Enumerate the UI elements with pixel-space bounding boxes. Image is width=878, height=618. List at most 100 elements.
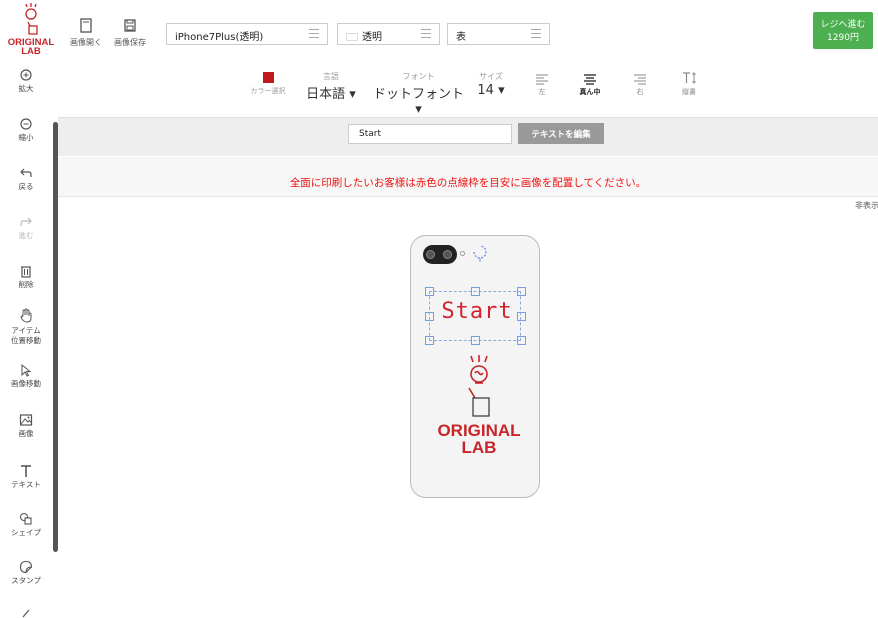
text-edit-row: Start テキストを編集 — [58, 118, 878, 156]
sidebar-item-zoom-out[interactable]: 縮小 — [0, 117, 52, 143]
canvas-text-object[interactable]: Start — [433, 299, 521, 324]
resize-handle-bottom-right[interactable] — [517, 336, 526, 345]
sidebar-label-stamp: スタンプ — [11, 576, 41, 585]
sidebar-label-undo: 戻る — [18, 182, 34, 191]
sidebar-label-image: 画像 — [18, 429, 34, 438]
sidebar-item-move-item[interactable]: アイテム 位置移動 — [0, 308, 52, 346]
sidebar-label-move-image: 画像移動 — [11, 379, 41, 388]
color-swatch — [262, 72, 274, 83]
resize-handle-bottom[interactable] — [471, 336, 480, 345]
align-right-icon — [634, 74, 646, 85]
checkout-button[interactable]: レジへ進む 1290円 — [813, 12, 873, 49]
case-type-select[interactable]: 透明 — [337, 23, 440, 45]
checkout-price: 1290円 — [827, 33, 859, 43]
sidebar-item-undo[interactable]: 戻る — [0, 166, 52, 192]
align-left-icon — [536, 74, 548, 85]
camera-cutout — [423, 245, 457, 264]
sidebar-label-delete: 削除 — [18, 280, 34, 289]
language-value: 日本語 — [306, 87, 346, 102]
canvas-logo-line2: LAB — [461, 438, 497, 457]
hand-icon — [20, 308, 32, 323]
zoom-in-icon — [20, 69, 32, 81]
sidebar-item-text[interactable]: テキスト — [0, 464, 52, 490]
color-picker-label: カラー選択 — [250, 87, 286, 95]
save-image-label: 画像保存 — [114, 38, 146, 47]
phone-case-canvas[interactable]: Start ORIGINAL LAB — [410, 235, 540, 498]
sidebar-label-move-item-2: 位置移動 — [11, 336, 41, 345]
color-picker[interactable]: カラー選択 — [246, 72, 290, 96]
align-right-button[interactable]: 右 — [630, 73, 650, 97]
flash-cutout — [460, 251, 465, 256]
model-select[interactable]: iPhone7Plus(透明) — [166, 23, 328, 45]
cursor-icon — [21, 363, 32, 377]
zoom-out-icon — [20, 118, 32, 130]
text-icon — [21, 465, 31, 477]
floppy-disk-icon — [124, 19, 136, 32]
align-center-icon — [584, 74, 596, 85]
align-center-label: 真ん中 — [579, 88, 601, 96]
checkout-label: レジへ進む — [820, 20, 866, 30]
list-icon — [309, 29, 319, 39]
sidebar-item-redo[interactable]: 進む — [0, 215, 52, 241]
sidebar-label-move-item: アイテム — [11, 326, 41, 335]
list-icon — [531, 29, 541, 39]
model-select-value: iPhone7Plus(透明) — [175, 32, 264, 43]
resize-handle-bottom-left[interactable] — [425, 336, 434, 345]
side-select[interactable]: 表 — [447, 23, 550, 45]
logo-text-lab: LAB — [21, 46, 41, 57]
top-bar: ORIGINAL LAB 画像開く 画像保存 iPhone7Plus(透明) 透… — [0, 0, 878, 60]
resize-handle-top[interactable] — [471, 287, 480, 296]
side-select-value: 表 — [456, 32, 466, 43]
size-dropdown[interactable]: サイズ 14 ▾ — [476, 71, 506, 98]
canvas-logo-object[interactable]: ORIGINAL LAB — [429, 354, 529, 464]
pen-icon — [22, 609, 30, 618]
edit-text-button[interactable]: テキストを編集 — [518, 123, 604, 144]
font-value: ドットフォント — [372, 87, 464, 102]
sidebar-label-zoom-in: 拡大 — [18, 84, 34, 93]
save-image-button[interactable]: 画像保存 — [108, 18, 152, 48]
size-caption: サイズ — [479, 72, 503, 81]
undo-icon — [20, 168, 32, 177]
open-image-button[interactable]: 画像開く — [64, 18, 108, 48]
print-area-notice: 全面に印刷したいお客様は赤色の点線枠を目安に画像を配置してください。 — [58, 157, 878, 197]
sidebar-item-stamp[interactable]: スタンプ — [0, 560, 52, 586]
trash-icon — [21, 266, 31, 278]
text-input[interactable]: Start — [348, 124, 512, 144]
resize-handle-top-right[interactable] — [517, 287, 526, 296]
sidebar-label-redo: 進む — [18, 231, 34, 240]
shapes-icon — [19, 512, 32, 525]
resize-handle-top-left[interactable] — [425, 287, 434, 296]
original-lab-logo[interactable]: ORIGINAL LAB — [4, 2, 58, 60]
design-editor: ORIGINAL LAB 画像開く 画像保存 iPhone7Plus(透明) 透… — [0, 0, 878, 618]
image-icon — [19, 414, 33, 426]
redo-icon — [20, 217, 32, 226]
vertical-text-label: 縦書 — [682, 88, 696, 96]
vertical-text-icon — [683, 72, 696, 84]
sidebar-item-move-image[interactable]: 画像移動 — [0, 363, 52, 389]
stamp-icon — [19, 560, 33, 574]
align-left-button[interactable]: 左 — [532, 73, 552, 97]
vertical-text-button[interactable]: 縦書 — [677, 71, 701, 97]
canvas-logo-text: ORIGINAL LAB — [429, 422, 529, 456]
sidebar-label-text: テキスト — [11, 480, 41, 489]
sidebar-item-zoom-in[interactable]: 拡大 — [0, 68, 52, 94]
sidebar-label-zoom-out: 縮小 — [18, 133, 34, 142]
sidebar-item-image[interactable]: 画像 — [0, 413, 52, 439]
hide-guide-toggle[interactable]: 非表示 — [855, 200, 878, 211]
align-left-label: 左 — [538, 88, 546, 96]
language-dropdown[interactable]: 言語 日本語 ▾ — [306, 71, 356, 102]
font-caption: フォント — [402, 72, 435, 81]
rotate-handle-icon[interactable] — [470, 242, 490, 262]
align-center-button[interactable]: 真ん中 — [575, 73, 605, 97]
transparent-swatch — [346, 33, 358, 41]
size-value: 14 — [477, 83, 494, 98]
sidebar-item-pen[interactable] — [0, 608, 52, 618]
lightbulb-logo-icon — [468, 355, 490, 417]
language-caption: 言語 — [323, 72, 339, 81]
sidebar-item-shape[interactable]: シェイプ — [0, 512, 52, 538]
font-dropdown[interactable]: フォント ドットフォント ▾ — [371, 71, 466, 117]
open-image-label: 画像開く — [70, 38, 102, 47]
sidebar-item-delete[interactable]: 削除 — [0, 264, 52, 290]
align-right-label: 右 — [636, 88, 644, 96]
case-type-value: 透明 — [362, 32, 382, 43]
